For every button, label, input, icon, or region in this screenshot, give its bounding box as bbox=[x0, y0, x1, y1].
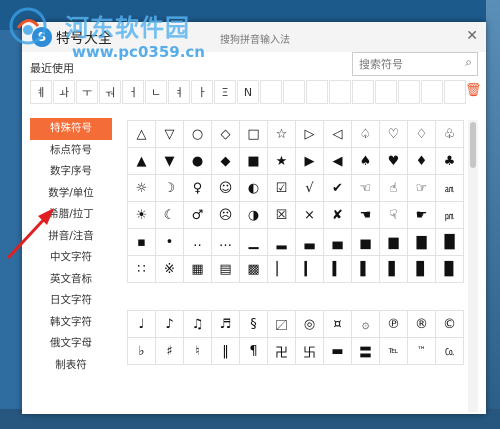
red-arrow-annotation bbox=[6, 208, 54, 260]
